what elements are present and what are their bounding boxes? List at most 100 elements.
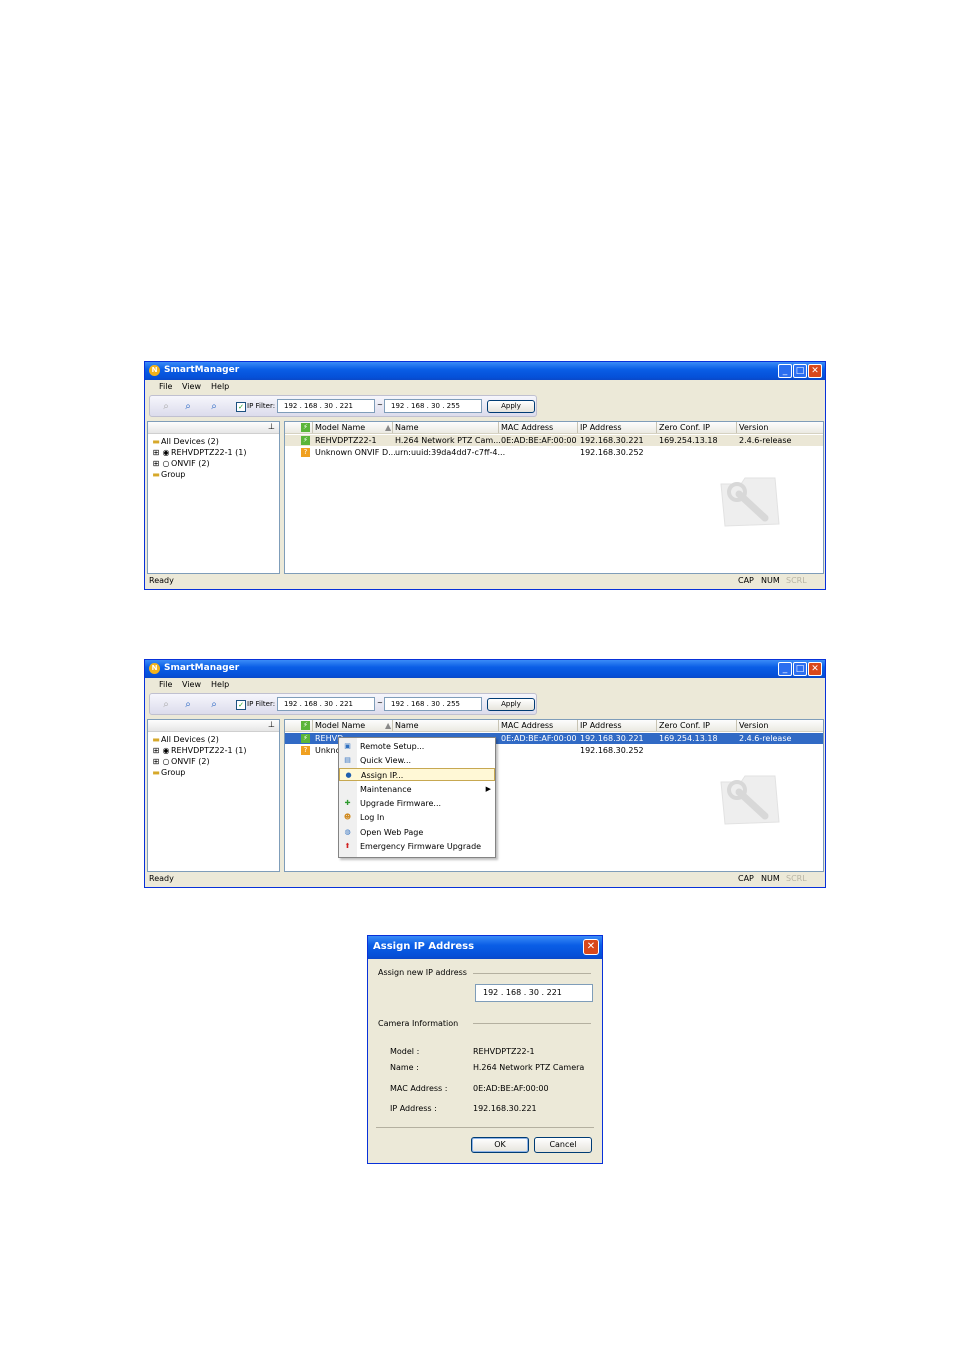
refresh-devices-icon[interactable]: ⌕ bbox=[206, 698, 222, 711]
camera-icon: ◉ bbox=[162, 746, 170, 755]
tree-item-group[interactable]: ▬Group bbox=[151, 470, 185, 479]
remove-device-icon[interactable]: ⌕ bbox=[180, 698, 196, 711]
maximize-button[interactable]: □ bbox=[793, 364, 807, 378]
col-version[interactable]: Version bbox=[739, 721, 768, 730]
close-button[interactable]: ✕ bbox=[808, 662, 822, 676]
ip-filter-label: IP Filter: bbox=[247, 402, 276, 410]
onvif-icon: ○ bbox=[162, 757, 170, 766]
menu-item-upgrade-firmware[interactable]: ✚ Upgrade Firmware... bbox=[339, 797, 495, 810]
menu-view[interactable]: View bbox=[182, 382, 201, 391]
ip-filter-to-input[interactable]: 192 . 168 . 30 . 255 bbox=[384, 697, 482, 711]
col-mac-address[interactable]: MAC Address bbox=[501, 721, 553, 730]
menu-item-maintenance[interactable]: Maintenance ▶ bbox=[339, 783, 495, 796]
status-bar: Ready CAP NUM SCRL bbox=[145, 873, 825, 887]
menu-file[interactable]: File bbox=[159, 382, 172, 391]
new-ip-input[interactable]: 192 . 168 . 30 . 221 bbox=[475, 984, 593, 1002]
tree-item-label: All Devices (2) bbox=[161, 735, 219, 744]
menu-item-open-web-page[interactable]: ◍ Open Web Page bbox=[339, 826, 495, 839]
ip-filter-separator: ~ bbox=[377, 401, 383, 409]
dialog-title-bar[interactable]: Assign IP Address ✕ bbox=[368, 936, 602, 959]
ip-filter-checkbox[interactable]: ✓ bbox=[236, 402, 246, 412]
assign-ip-dialog: Assign IP Address ✕ Assign new IP addres… bbox=[367, 935, 603, 1164]
tree-item-rehvdptz22[interactable]: ⊞ ◉ REHVDPTZ22-1 (1) bbox=[151, 448, 247, 457]
cancel-button[interactable]: Cancel bbox=[534, 1137, 592, 1153]
device-tree-pane: ⊥ ▬All Devices (2) ⊞ ◉ REHVDPTZ22-1 (1) ⊞ ○… bbox=[147, 421, 280, 574]
window-title: SmartManager bbox=[164, 365, 240, 375]
ok-button[interactable]: OK bbox=[471, 1137, 529, 1153]
model-label: Model : bbox=[390, 1047, 420, 1056]
col-zero-conf-ip[interactable]: Zero Conf. IP bbox=[659, 721, 710, 730]
minimize-button[interactable]: _ bbox=[778, 364, 792, 378]
menu-help[interactable]: Help bbox=[211, 680, 229, 689]
menu-item-log-in[interactable]: ☻ Log In bbox=[339, 811, 495, 824]
menu-item-remote-setup[interactable]: ▣ Remote Setup... bbox=[339, 740, 495, 753]
table-row[interactable]: ⚡ REHVDPTZ22-1 H.264 Network PTZ Cam... … bbox=[285, 435, 823, 446]
tree-item-all-devices[interactable]: ▬All Devices (2) bbox=[151, 735, 219, 744]
tree-item-group[interactable]: ▬Group bbox=[151, 768, 185, 777]
table-row[interactable]: ? Unknown ONVIF D... urn:uuid:39da4dd7-c… bbox=[285, 447, 823, 458]
dialog-close-button[interactable]: ✕ bbox=[583, 939, 599, 955]
list-header: ⚡ Model Name ▲ Name MAC Address IP Addre… bbox=[285, 720, 823, 732]
menu-view[interactable]: View bbox=[182, 680, 201, 689]
cell-zeroconf: 169.254.13.18 bbox=[659, 436, 718, 445]
ip-filter-to-input[interactable]: 192 . 168 . 30 . 255 bbox=[384, 399, 482, 413]
pin-icon[interactable]: ⊥ bbox=[268, 422, 275, 431]
tree-item-onvif[interactable]: ⊞ ○ ONVIF (2) bbox=[151, 757, 210, 766]
menu-item-emergency-firmware-upgrade[interactable]: ⬆ Emergency Firmware Upgrade bbox=[339, 840, 495, 853]
ip-filter-checkbox[interactable]: ✓ bbox=[236, 700, 246, 710]
quick-view-icon: ▤ bbox=[344, 756, 351, 764]
maximize-button[interactable]: □ bbox=[793, 662, 807, 676]
tree-item-rehvdptz22[interactable]: ⊞ ◉ REHVDPTZ22-1 (1) bbox=[151, 746, 247, 755]
dialog-title: Assign IP Address bbox=[373, 941, 475, 952]
tree-item-label: Group bbox=[161, 768, 186, 777]
folder-icon: ▬ bbox=[152, 735, 160, 744]
sort-arrow-icon: ▲ bbox=[385, 721, 392, 730]
col-ip-address[interactable]: IP Address bbox=[580, 423, 622, 432]
remove-device-icon[interactable]: ⌕ bbox=[180, 400, 196, 413]
expand-icon[interactable]: ⊞ bbox=[151, 459, 161, 468]
tree-item-onvif[interactable]: ⊞ ○ ONVIF (2) bbox=[151, 459, 210, 468]
discover-disabled-icon[interactable]: ⌕ bbox=[158, 698, 174, 711]
tools-watermark-icon bbox=[720, 775, 780, 825]
col-mac-address[interactable]: MAC Address bbox=[501, 423, 553, 432]
online-status-icon: ⚡ bbox=[301, 436, 310, 445]
discover-disabled-icon[interactable]: ⌕ bbox=[158, 400, 174, 413]
menu-item-quick-view[interactable]: ▤ Quick View... bbox=[339, 754, 495, 767]
col-model-name[interactable]: Model Name bbox=[315, 423, 365, 432]
refresh-devices-icon[interactable]: ⌕ bbox=[206, 400, 222, 413]
tree-item-all-devices[interactable]: ▬All Devices (2) bbox=[151, 437, 219, 446]
menu-item-assign-ip[interactable]: ● Assign IP... bbox=[339, 768, 495, 781]
status-text: Ready bbox=[149, 576, 174, 585]
apply-button[interactable]: Apply bbox=[487, 400, 535, 413]
minimize-button[interactable]: _ bbox=[778, 662, 792, 676]
model-value: REHVDPTZ22-1 bbox=[473, 1047, 535, 1056]
ip-filter-from-input[interactable]: 192 . 168 . 30 . 221 bbox=[277, 399, 375, 413]
smartmanager-window-1: N SmartManager _ □ ✕ File View Help ⌕ ⌕ … bbox=[144, 361, 826, 590]
emergency-upgrade-icon: ⬆ bbox=[344, 842, 351, 850]
expand-icon[interactable]: ⊞ bbox=[151, 757, 161, 766]
cell-ip: 192.168.30.221 bbox=[580, 436, 644, 445]
apply-button[interactable]: Apply bbox=[487, 698, 535, 711]
cell-ip: 192.168.30.221 bbox=[580, 734, 644, 743]
col-version[interactable]: Version bbox=[739, 423, 768, 432]
tree-item-label: All Devices (2) bbox=[161, 437, 219, 446]
col-ip-address[interactable]: IP Address bbox=[580, 721, 622, 730]
expand-icon[interactable]: ⊞ bbox=[151, 746, 161, 755]
expand-icon[interactable]: ⊞ bbox=[151, 448, 161, 457]
title-bar[interactable]: N SmartManager _ □ ✕ bbox=[145, 362, 825, 380]
close-button[interactable]: ✕ bbox=[808, 364, 822, 378]
toolbar: ⌕ ⌕ ⌕ ✓ IP Filter: 192 . 168 . 30 . 221 … bbox=[149, 693, 537, 715]
col-model-name[interactable]: Model Name bbox=[315, 721, 365, 730]
ip-filter-from-input[interactable]: 192 . 168 . 30 . 221 bbox=[277, 697, 375, 711]
remote-setup-icon: ▣ bbox=[344, 742, 351, 750]
status-text: Ready bbox=[149, 874, 174, 883]
col-name[interactable]: Name bbox=[395, 721, 419, 730]
pin-icon[interactable]: ⊥ bbox=[268, 720, 275, 729]
title-bar[interactable]: N SmartManager _ □ ✕ bbox=[145, 660, 825, 678]
menu-help[interactable]: Help bbox=[211, 382, 229, 391]
menu-file[interactable]: File bbox=[159, 680, 172, 689]
col-zero-conf-ip[interactable]: Zero Conf. IP bbox=[659, 423, 710, 432]
col-name[interactable]: Name bbox=[395, 423, 419, 432]
open-web-page-icon: ◍ bbox=[344, 828, 351, 836]
folder-icon: ▬ bbox=[152, 768, 160, 777]
